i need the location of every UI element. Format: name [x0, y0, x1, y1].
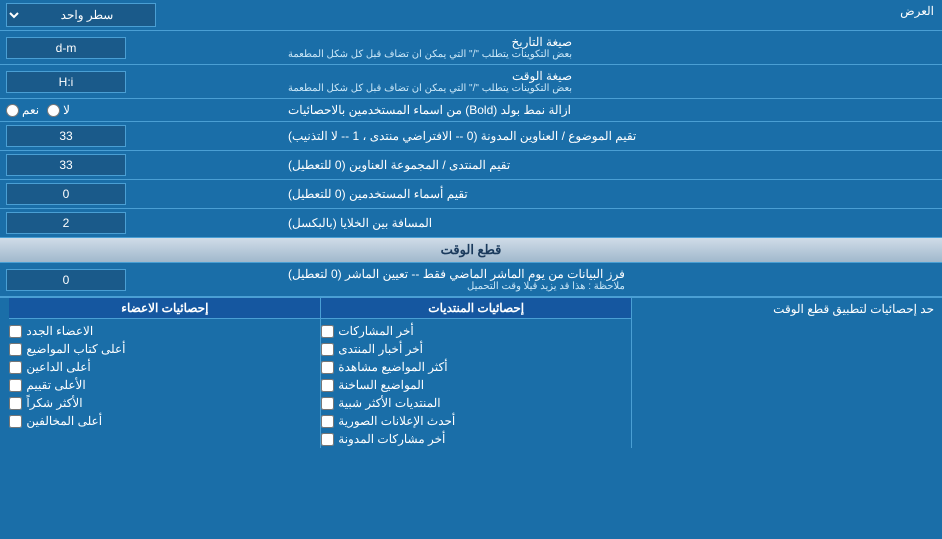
- time-format-label: صيغة الوقت بعض التكوينات يتطلب "/" التي …: [280, 65, 942, 98]
- forum-order-row: تقيم المنتدى / المجموعة العناوين (0 للتع…: [0, 151, 942, 180]
- display-row: العرض سطر واحد سطرين ثلاثة أسطر: [0, 0, 942, 31]
- stats-posts-header: إحصائيات المنتديات: [321, 298, 631, 319]
- bold-no-label[interactable]: لا: [47, 103, 70, 117]
- date-format-row: صيغة التاريخ بعض التكوينات يتطلب "/" الت…: [0, 31, 942, 65]
- date-format-label: صيغة التاريخ بعض التكوينات يتطلب "/" الت…: [280, 31, 942, 64]
- list-item: الأكثر شكراً: [9, 394, 320, 412]
- list-item: أعلى الداعين: [9, 358, 320, 376]
- checkbox-members-4[interactable]: [9, 379, 22, 392]
- checkbox-members-1[interactable]: [9, 325, 22, 338]
- list-item: أحدث الإعلانات الصورية: [321, 412, 631, 430]
- bold-yes-label[interactable]: نعم: [6, 103, 39, 117]
- time-format-input[interactable]: [6, 71, 126, 93]
- list-item: الأعلى تقييم: [9, 376, 320, 394]
- cutoff-value-row: فرز البيانات من يوم الماشر الماضي فقط --…: [0, 263, 942, 297]
- display-select[interactable]: سطر واحد سطرين ثلاثة أسطر: [6, 3, 156, 27]
- bold-yes-radio[interactable]: [6, 104, 19, 117]
- cutoff-value-input[interactable]: [6, 269, 126, 291]
- checkbox-posts-2[interactable]: [321, 343, 334, 356]
- stats-members-header: إحصائيات الاعضاء: [9, 298, 320, 319]
- display-text: العرض: [900, 4, 934, 18]
- checkbox-posts-6[interactable]: [321, 415, 334, 428]
- stats-members-items: الاعضاء الجدد أعلى كتاب المواضيع أعلى ال…: [9, 322, 320, 430]
- spacing-input[interactable]: [6, 212, 126, 234]
- forum-order-input[interactable]: [6, 154, 126, 176]
- stats-filter-section: حد إحصائيات لتطبيق قطع الوقت إحصائيات ال…: [0, 297, 942, 448]
- spacing-text: المسافة بين الخلايا (بالبكسل): [288, 216, 432, 230]
- cutoff-value-label: فرز البيانات من يوم الماشر الماضي فقط --…: [280, 263, 942, 296]
- checkbox-posts-3[interactable]: [321, 361, 334, 374]
- list-item: الاعضاء الجدد: [9, 322, 320, 340]
- display-label: العرض: [280, 0, 942, 30]
- checkbox-members-2[interactable]: [9, 343, 22, 356]
- cutoff-title: قطع الوقت: [441, 242, 502, 257]
- bold-yes-text: نعم: [22, 103, 39, 117]
- list-item: المواضيع الساخنة: [321, 376, 631, 394]
- bold-removal-label: ازالة نمط بولد (Bold) من اسماء المستخدمي…: [280, 99, 942, 121]
- spacing-label: المسافة بين الخلايا (بالبكسل): [280, 209, 942, 237]
- usernames-order-row: تقيم أسماء المستخدمين (0 للتعطيل): [0, 180, 942, 209]
- topics-order-label: تقيم الموضوع / العناوين المدونة (0 -- ال…: [280, 122, 942, 150]
- date-format-input[interactable]: [6, 37, 126, 59]
- checkbox-posts-1[interactable]: [321, 325, 334, 338]
- topics-order-row: تقيم الموضوع / العناوين المدونة (0 -- ال…: [0, 122, 942, 151]
- list-item: أكثر المواضيع مشاهدة: [321, 358, 631, 376]
- date-format-sub: بعض التكوينات يتطلب "/" التي يمكن ان تضا…: [288, 49, 572, 60]
- usernames-order-input-container: [0, 180, 280, 208]
- bold-no-text: لا: [63, 103, 70, 117]
- topics-order-text: تقيم الموضوع / العناوين المدونة (0 -- ال…: [288, 129, 636, 143]
- topics-order-input-container: [0, 122, 280, 150]
- usernames-order-text: تقيم أسماء المستخدمين (0 للتعطيل): [288, 187, 468, 201]
- cutoff-value-input-container: [0, 263, 280, 296]
- checkbox-members-5[interactable]: [9, 397, 22, 410]
- spacing-row: المسافة بين الخلايا (بالبكسل): [0, 209, 942, 238]
- list-item: أخر أخبار المنتدى: [321, 340, 631, 358]
- stats-posts-header-text: إحصائيات المنتديات: [428, 301, 524, 315]
- stats-posts-items: أخر المشاركات أخر أخبار المنتدى أكثر الم…: [321, 322, 631, 448]
- time-format-title: صيغة الوقت: [288, 69, 572, 83]
- checkbox-members-6[interactable]: [9, 415, 22, 428]
- cutoff-value-text: فرز البيانات من يوم الماشر الماضي فقط --…: [288, 267, 625, 281]
- date-format-title: صيغة التاريخ: [288, 35, 572, 49]
- bold-no-radio[interactable]: [47, 104, 60, 117]
- topics-order-input[interactable]: [6, 125, 126, 147]
- stats-members-col: إحصائيات الاعضاء الاعضاء الجدد أعلى كتاب…: [9, 298, 320, 448]
- spacing-input-container: [0, 209, 280, 237]
- list-item: أخر المشاركات: [321, 322, 631, 340]
- usernames-order-input[interactable]: [6, 183, 126, 205]
- display-select-container: سطر واحد سطرين ثلاثة أسطر: [0, 0, 280, 30]
- forum-order-label: تقيم المنتدى / المجموعة العناوين (0 للتع…: [280, 151, 942, 179]
- stats-filter-label: حد إحصائيات لتطبيق قطع الوقت: [631, 298, 942, 448]
- checkbox-members-3[interactable]: [9, 361, 22, 374]
- checkbox-posts-4[interactable]: [321, 379, 334, 392]
- stats-posts-col: إحصائيات المنتديات أخر المشاركات أخر أخب…: [320, 298, 631, 448]
- bold-removal-text: ازالة نمط بولد (Bold) من اسماء المستخدمي…: [288, 103, 571, 117]
- stats-filter-text: حد إحصائيات لتطبيق قطع الوقت: [773, 302, 934, 316]
- checkbox-posts-5[interactable]: [321, 397, 334, 410]
- date-format-input-container: [0, 31, 280, 64]
- forum-order-text: تقيم المنتدى / المجموعة العناوين (0 للتع…: [288, 158, 510, 172]
- usernames-order-label: تقيم أسماء المستخدمين (0 للتعطيل): [280, 180, 942, 208]
- list-item: أخر مشاركات المدونة: [321, 430, 631, 448]
- time-format-row: صيغة الوقت بعض التكوينات يتطلب "/" التي …: [0, 65, 942, 99]
- time-format-sub: بعض التكوينات يتطلب "/" التي يمكن ان تضا…: [288, 83, 572, 94]
- forum-order-input-container: [0, 151, 280, 179]
- list-item: أعلى كتاب المواضيع: [9, 340, 320, 358]
- checkbox-posts-7[interactable]: [321, 433, 334, 446]
- list-item: أعلى المخالفين: [9, 412, 320, 430]
- cutoff-value-note: ملاحظة : هذا قد يزيد قيلا وقت التحميل: [288, 281, 625, 292]
- list-item: المنتديات الأكثر شبية: [321, 394, 631, 412]
- bold-removal-radios: لا نعم: [0, 99, 280, 121]
- bold-removal-row: ازالة نمط بولد (Bold) من اسماء المستخدمي…: [0, 99, 942, 122]
- time-format-input-container: [0, 65, 280, 98]
- cutoff-section-header: قطع الوقت: [0, 238, 942, 263]
- stats-members-header-text: إحصائيات الاعضاء: [121, 301, 208, 315]
